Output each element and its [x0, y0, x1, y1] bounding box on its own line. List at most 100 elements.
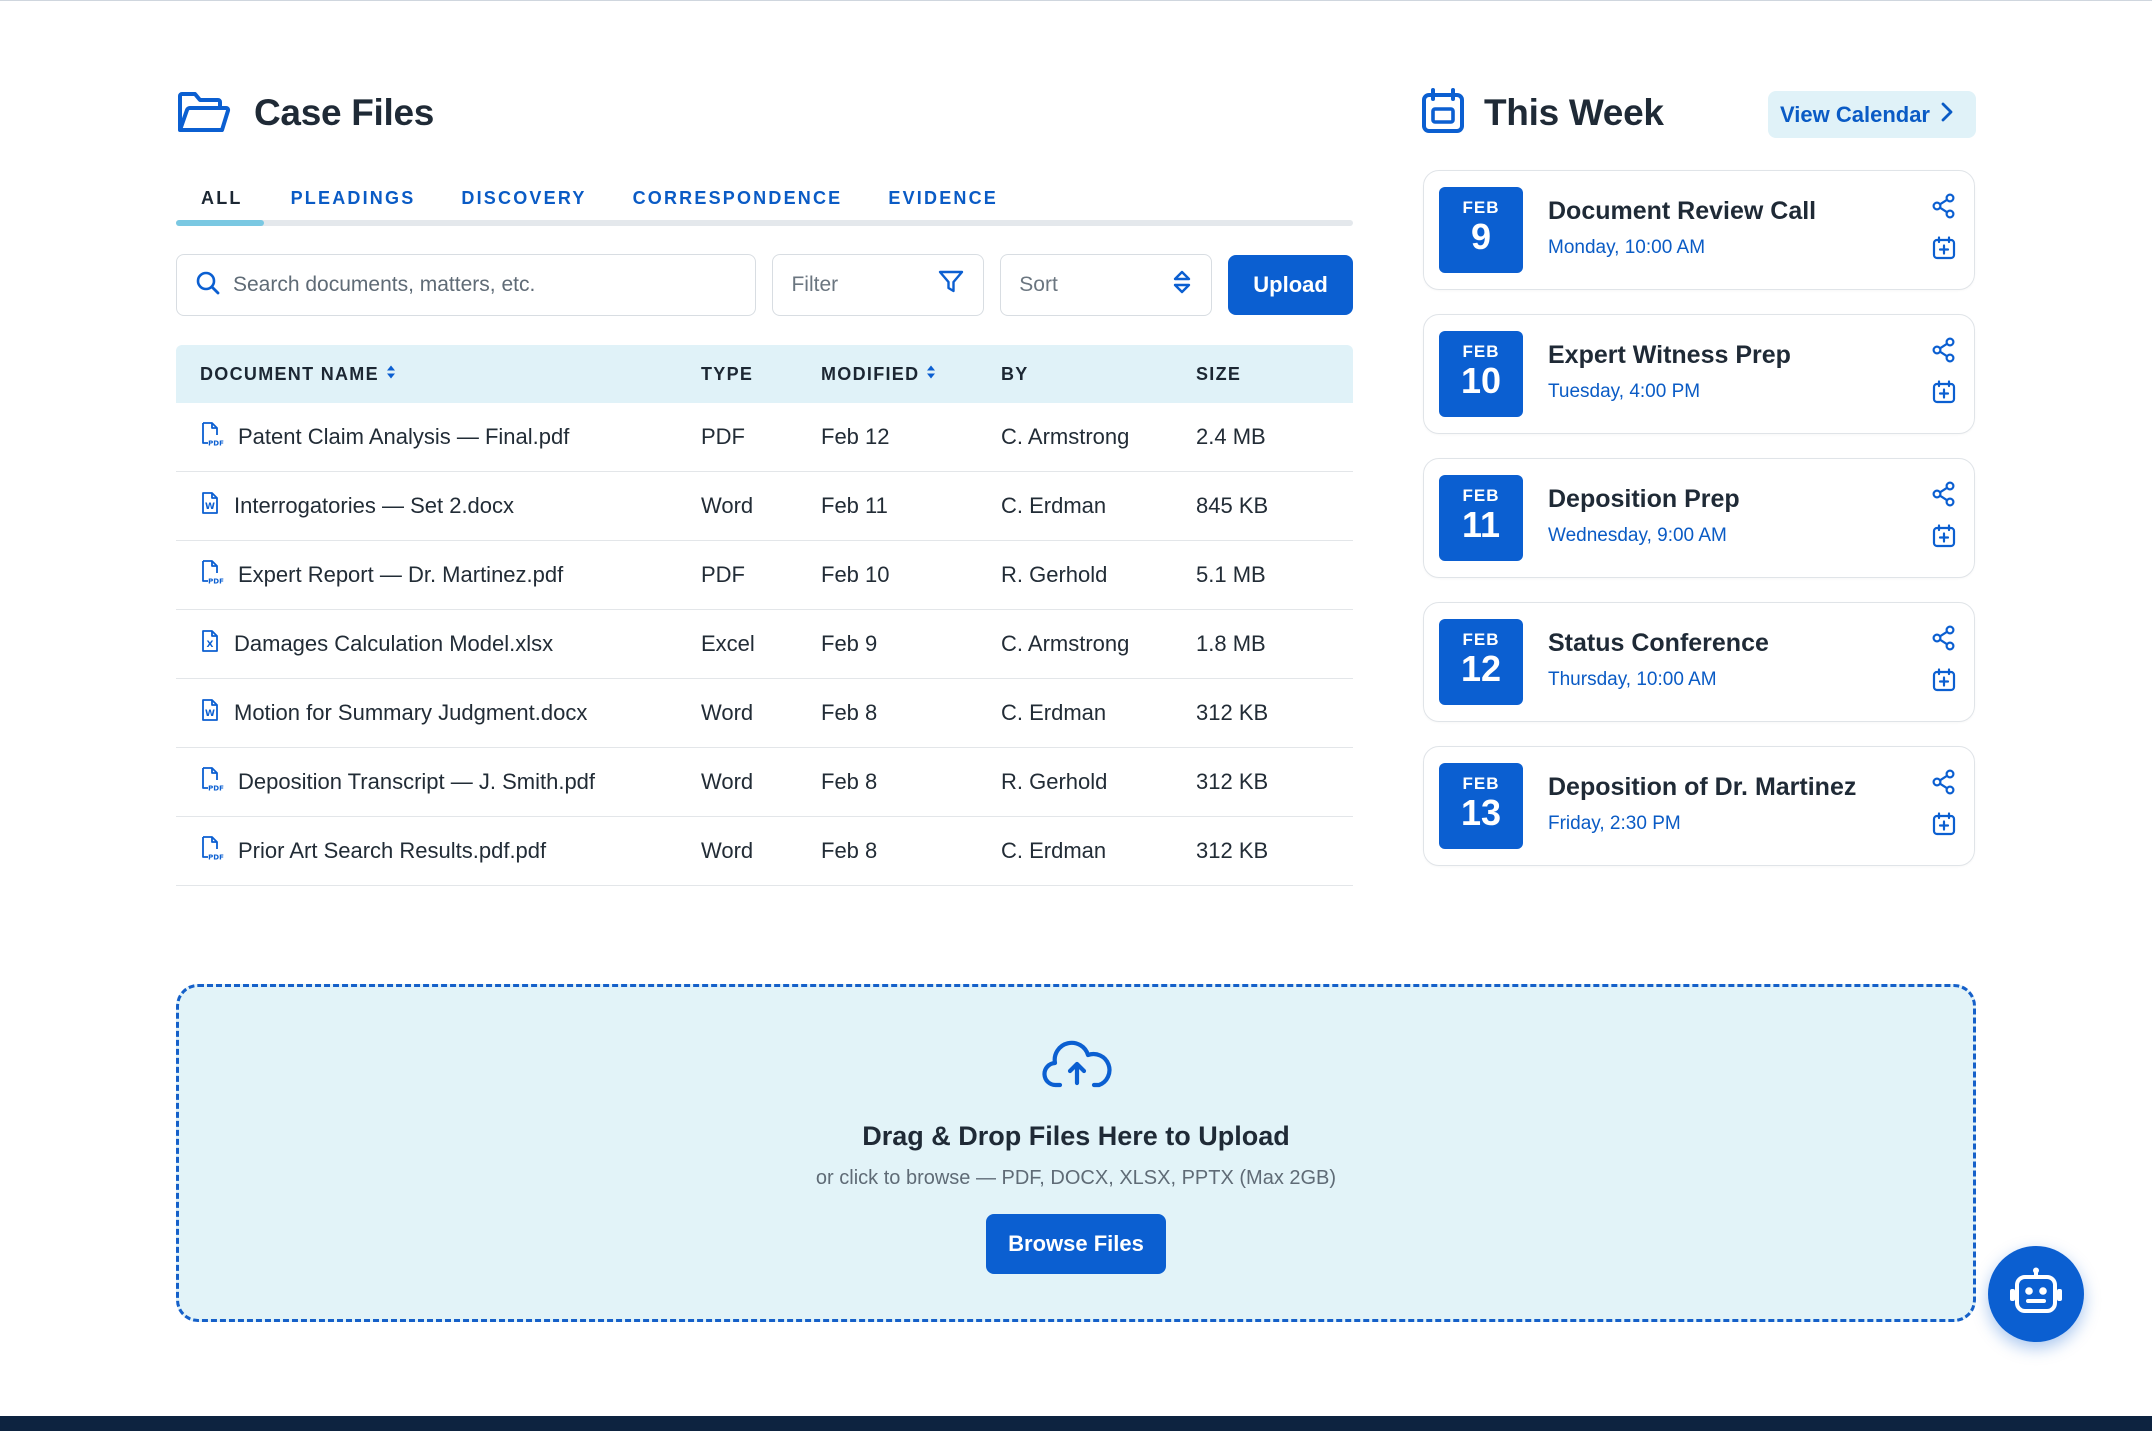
search-icon	[195, 270, 221, 301]
top-divider	[0, 0, 2152, 1]
search-input[interactable]	[233, 273, 733, 297]
cell-modified: Feb 10	[821, 562, 890, 587]
document-name: Prior Art Search Results.pdf.pdf	[238, 838, 547, 863]
cell-modified: Feb 8	[821, 700, 878, 725]
svg-text:PDF: PDF	[208, 854, 224, 862]
event-time: Friday, 2:30 PM	[1548, 813, 1681, 834]
cell-name: PDF Prior Art Search Results.pdf.pdf	[176, 835, 701, 867]
column-header-name-label: DOCUMENT NAME	[200, 363, 379, 384]
cell-name: PDF Patent Claim Analysis — Final.pdf	[176, 421, 701, 453]
view-calendar-button[interactable]: View Calendar	[1768, 91, 1976, 138]
table-row[interactable]: W Motion for Summary Judgment.docx Word Feb…	[176, 679, 1353, 748]
cell-type: Word	[701, 493, 754, 518]
cell-type: Word	[701, 700, 754, 725]
event-title: Deposition of Dr. Martinez	[1548, 773, 1857, 801]
cell-by: C. Armstrong	[1001, 424, 1130, 449]
date-month: FEB	[1462, 630, 1500, 649]
dropzone-title: Drag & Drop Files Here to Upload	[862, 1121, 1290, 1151]
sort-toggle-icon	[386, 364, 396, 385]
sort-select[interactable]: Sort	[1000, 254, 1213, 316]
events-list: FEB 9 Document Review Call Monday, 10:00 AM…	[1420, 170, 1976, 866]
event-title: Status Conference	[1548, 629, 1769, 657]
calendar-plus-icon[interactable]	[1931, 523, 1957, 554]
table-row[interactable]: PDF Expert Report — Dr. Martinez.pdf PDF Fe…	[176, 541, 1353, 610]
cell-type: Word	[701, 769, 754, 794]
cell-size: 5.1 MB	[1196, 562, 1266, 587]
event-card[interactable]: FEB 9 Document Review Call Monday, 10:00 AM	[1423, 170, 1975, 290]
tab-track	[176, 220, 1353, 226]
browse-files-button[interactable]: Browse Files	[986, 1214, 1166, 1274]
table-row[interactable]: W Interrogatories — Set 2.docx Word Feb 11 C…	[176, 472, 1353, 541]
date-month: FEB	[1462, 774, 1500, 793]
table-row[interactable]: X Damages Calculation Model.xlsx Excel Feb …	[176, 610, 1353, 679]
filter-select[interactable]: Filter	[772, 254, 985, 316]
cell-type: Word	[701, 838, 754, 863]
table-row[interactable]: PDF Patent Claim Analysis — Final.pdf PDF F…	[176, 403, 1353, 472]
tab-list: ALL PLEADINGS DISCOVERY CORRESPONDENCE EVIDE…	[176, 176, 1353, 220]
date-badge: FEB 12	[1439, 619, 1523, 705]
date-day: 12	[1460, 648, 1502, 689]
share-icon[interactable]	[1931, 193, 1957, 224]
calendar-plus-icon[interactable]	[1931, 235, 1957, 266]
share-icon[interactable]	[1931, 625, 1957, 656]
calendar-plus-icon[interactable]	[1931, 667, 1957, 698]
sort-label: Sort	[1019, 273, 1058, 296]
this-week-header: This Week View Calendar	[1420, 87, 1976, 138]
cell-by: R. Gerhold	[1001, 769, 1108, 794]
assistant-button[interactable]	[1988, 1246, 2084, 1342]
cell-name: PDF Deposition Transcript — J. Smith.pdf	[176, 766, 701, 798]
document-name: Expert Report — Dr. Martinez.pdf	[238, 562, 564, 587]
cell-by: C. Armstrong	[1001, 631, 1130, 656]
cell-type: PDF	[701, 562, 745, 587]
share-icon[interactable]	[1931, 481, 1957, 512]
date-month: FEB	[1462, 486, 1500, 505]
event-card[interactable]: FEB 11 Deposition Prep Wednesday, 9:00 AM	[1423, 458, 1975, 578]
cell-name: W Motion for Summary Judgment.docx	[176, 698, 701, 728]
date-badge: FEB 10	[1439, 331, 1523, 417]
date-day: 9	[1470, 216, 1492, 257]
event-card[interactable]: FEB 13 Deposition of Dr. Martinez Friday, 2…	[1423, 746, 1975, 866]
excel-file-icon: X	[200, 629, 220, 659]
cell-size: 312 KB	[1196, 838, 1269, 863]
date-badge: FEB 11	[1439, 475, 1523, 561]
cloud-upload-icon	[1042, 1037, 1112, 1098]
cell-size: 312 KB	[1196, 700, 1269, 725]
share-icon[interactable]	[1931, 337, 1957, 368]
date-day: 10	[1460, 360, 1502, 401]
search-box[interactable]	[176, 254, 757, 316]
tab-pleadings[interactable]: PLEADINGS	[291, 188, 416, 209]
share-icon[interactable]	[1931, 769, 1957, 800]
svg-text:W: W	[205, 502, 215, 512]
pdf-file-icon: PDF	[200, 559, 224, 591]
date-day: 13	[1460, 792, 1502, 833]
column-header-size: SIZE	[1196, 363, 1242, 384]
upload-button[interactable]: Upload	[1228, 255, 1353, 315]
cell-name: W Interrogatories — Set 2.docx	[176, 491, 701, 521]
calendar-plus-icon[interactable]	[1931, 811, 1957, 842]
event-title: Document Review Call	[1548, 197, 1817, 225]
document-name: Deposition Transcript — J. Smith.pdf	[238, 769, 596, 794]
date-month: FEB	[1462, 342, 1500, 361]
column-header-type: TYPE	[701, 363, 754, 384]
cell-type: PDF	[701, 424, 745, 449]
column-header-name[interactable]: DOCUMENT NAME	[176, 364, 701, 385]
cell-modified: Feb 9	[821, 631, 878, 656]
upload-dropzone[interactable]: Drag & Drop Files Here to Upload or clic…	[176, 984, 1976, 1322]
cell-size: 845 KB	[1196, 493, 1269, 518]
tab-evidence[interactable]: EVIDENCE	[888, 188, 998, 209]
cell-by: C. Erdman	[1001, 838, 1107, 863]
column-header-modified[interactable]: MODIFIED	[821, 364, 1001, 385]
view-calendar-label: View Calendar	[1780, 101, 1930, 127]
pdf-file-icon: PDF	[200, 835, 224, 867]
tab-correspondence[interactable]: CORRESPONDENCE	[633, 188, 843, 209]
event-card[interactable]: FEB 10 Expert Witness Prep Tuesday, 4:00 PM	[1423, 314, 1975, 434]
cell-size: 1.8 MB	[1196, 631, 1266, 656]
table-row[interactable]: PDF Prior Art Search Results.pdf.pdf Word F…	[176, 817, 1353, 886]
calendar-plus-icon[interactable]	[1931, 379, 1957, 410]
filter-icon	[937, 269, 965, 301]
event-card[interactable]: FEB 12 Status Conference Thursday, 10:00 AM	[1423, 602, 1975, 722]
table-row[interactable]: PDF Deposition Transcript — J. Smith.pdf W…	[176, 748, 1353, 817]
tab-all[interactable]: ALL	[176, 188, 243, 209]
event-time: Monday, 10:00 AM	[1548, 237, 1706, 258]
tab-discovery[interactable]: DISCOVERY	[461, 188, 586, 209]
